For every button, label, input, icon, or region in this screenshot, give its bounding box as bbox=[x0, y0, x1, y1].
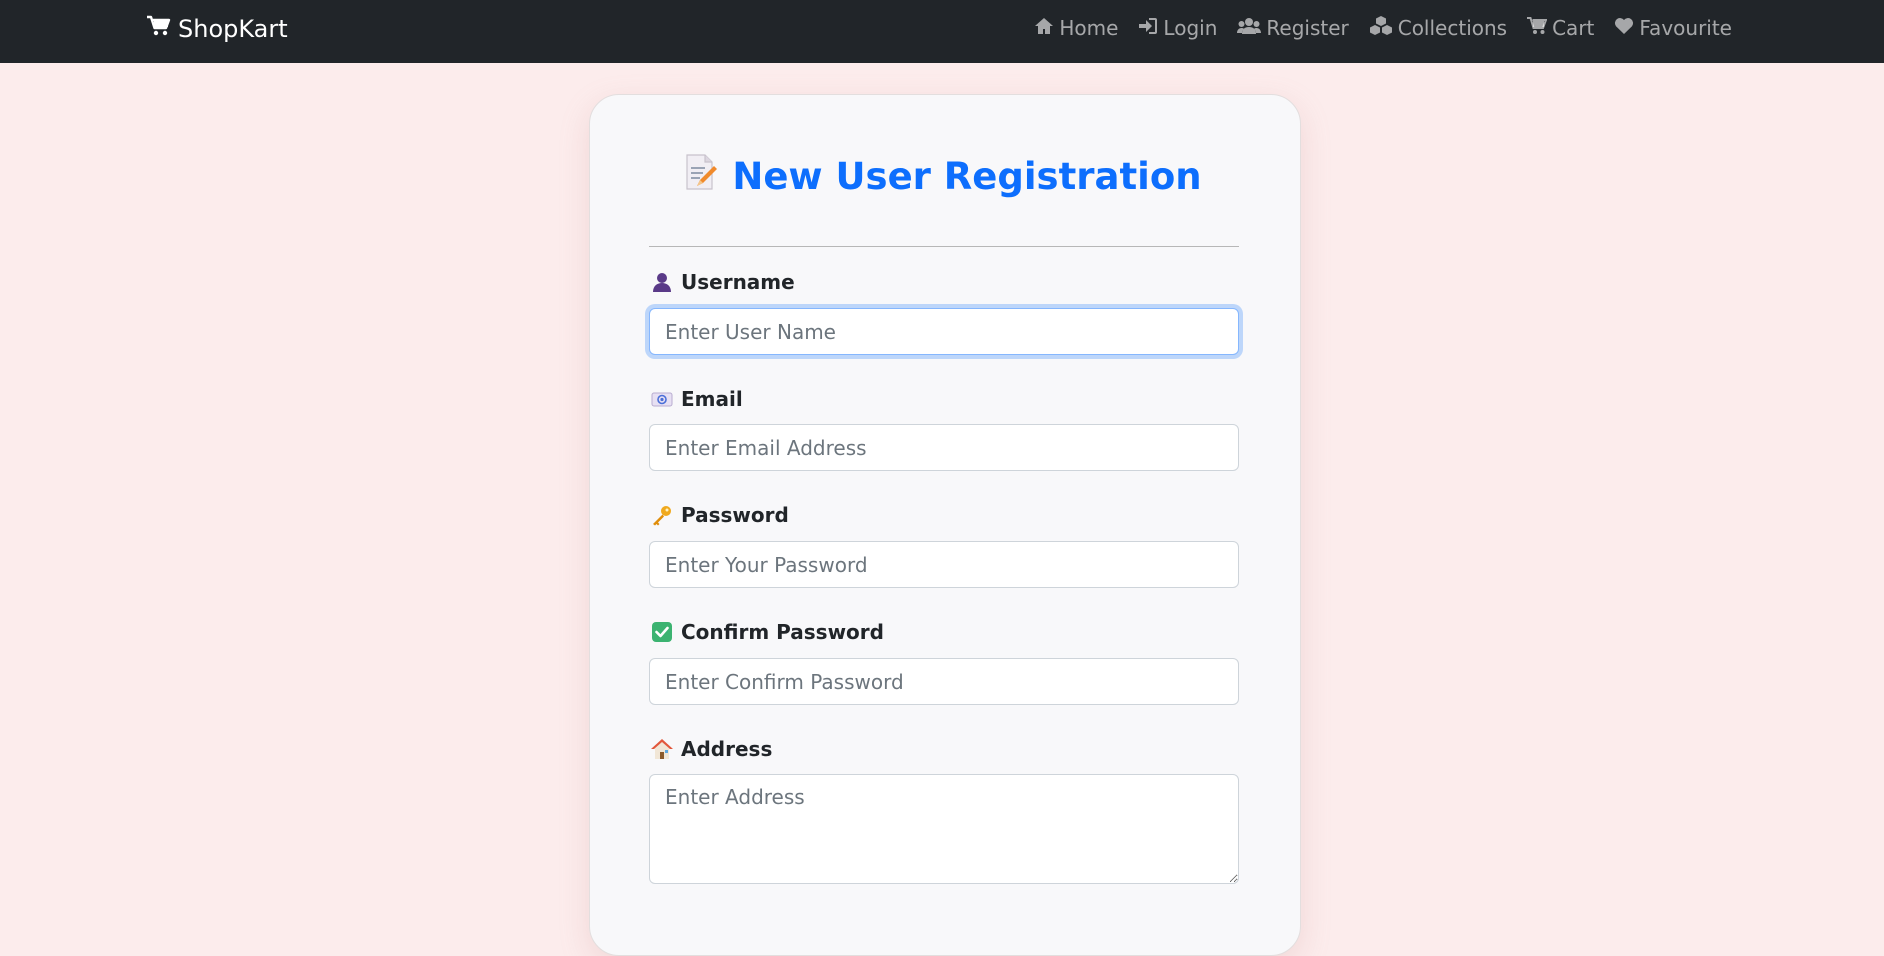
confirm-password-input[interactable] bbox=[649, 658, 1239, 705]
password-label: Password bbox=[651, 503, 789, 527]
email-icon bbox=[651, 388, 673, 410]
cubes-icon bbox=[1369, 15, 1398, 41]
nav-collections[interactable]: Collections bbox=[1369, 15, 1508, 41]
address-textarea[interactable] bbox=[649, 774, 1239, 884]
key-icon bbox=[651, 504, 673, 526]
address-label: Address bbox=[651, 737, 772, 761]
brand-name: ShopKart bbox=[178, 15, 288, 43]
nav-home[interactable]: Home bbox=[1034, 16, 1118, 40]
check-box-icon bbox=[651, 621, 673, 643]
nav-register-label: Register bbox=[1266, 16, 1349, 40]
nav-links: Home Login Register Collections Cart Fav… bbox=[1014, 0, 1732, 56]
confirm-password-label-text: Confirm Password bbox=[681, 620, 884, 644]
address-label-text: Address bbox=[681, 737, 773, 761]
title-divider bbox=[649, 246, 1239, 247]
nav-login[interactable]: Login bbox=[1138, 16, 1217, 40]
email-label: Email bbox=[651, 387, 743, 411]
password-label-text: Password bbox=[681, 503, 789, 527]
memo-icon bbox=[684, 153, 718, 200]
users-icon bbox=[1237, 16, 1266, 40]
sign-in-icon bbox=[1138, 16, 1163, 40]
nav-login-label: Login bbox=[1163, 16, 1218, 40]
username-label: Username bbox=[651, 270, 795, 294]
heart-icon bbox=[1614, 16, 1639, 40]
navbar: ShopKart Home Login Register Collections bbox=[0, 0, 1884, 63]
home-icon bbox=[1034, 16, 1059, 40]
confirm-password-label: Confirm Password bbox=[651, 620, 884, 644]
nav-favourite[interactable]: Favourite bbox=[1614, 16, 1732, 40]
nav-cart[interactable]: Cart bbox=[1527, 16, 1594, 40]
email-input[interactable] bbox=[649, 424, 1239, 471]
email-label-text: Email bbox=[681, 387, 743, 411]
nav-collections-label: Collections bbox=[1397, 16, 1508, 40]
username-label-text: Username bbox=[681, 270, 795, 294]
user-silhouette-icon bbox=[651, 271, 673, 293]
password-input[interactable] bbox=[649, 541, 1239, 588]
username-input[interactable] bbox=[649, 308, 1239, 355]
brand-link[interactable]: ShopKart bbox=[146, 0, 288, 58]
nav-cart-label: Cart bbox=[1552, 16, 1595, 40]
nav-home-label: Home bbox=[1059, 16, 1119, 40]
page-title-text: New User Registration bbox=[732, 154, 1202, 198]
nav-favourite-label: Favourite bbox=[1639, 16, 1732, 40]
page-title: New User Registration bbox=[0, 153, 1884, 200]
house-icon bbox=[651, 738, 673, 760]
cart-icon bbox=[146, 15, 178, 43]
nav-register[interactable]: Register bbox=[1237, 16, 1349, 40]
cart-icon bbox=[1527, 16, 1552, 40]
